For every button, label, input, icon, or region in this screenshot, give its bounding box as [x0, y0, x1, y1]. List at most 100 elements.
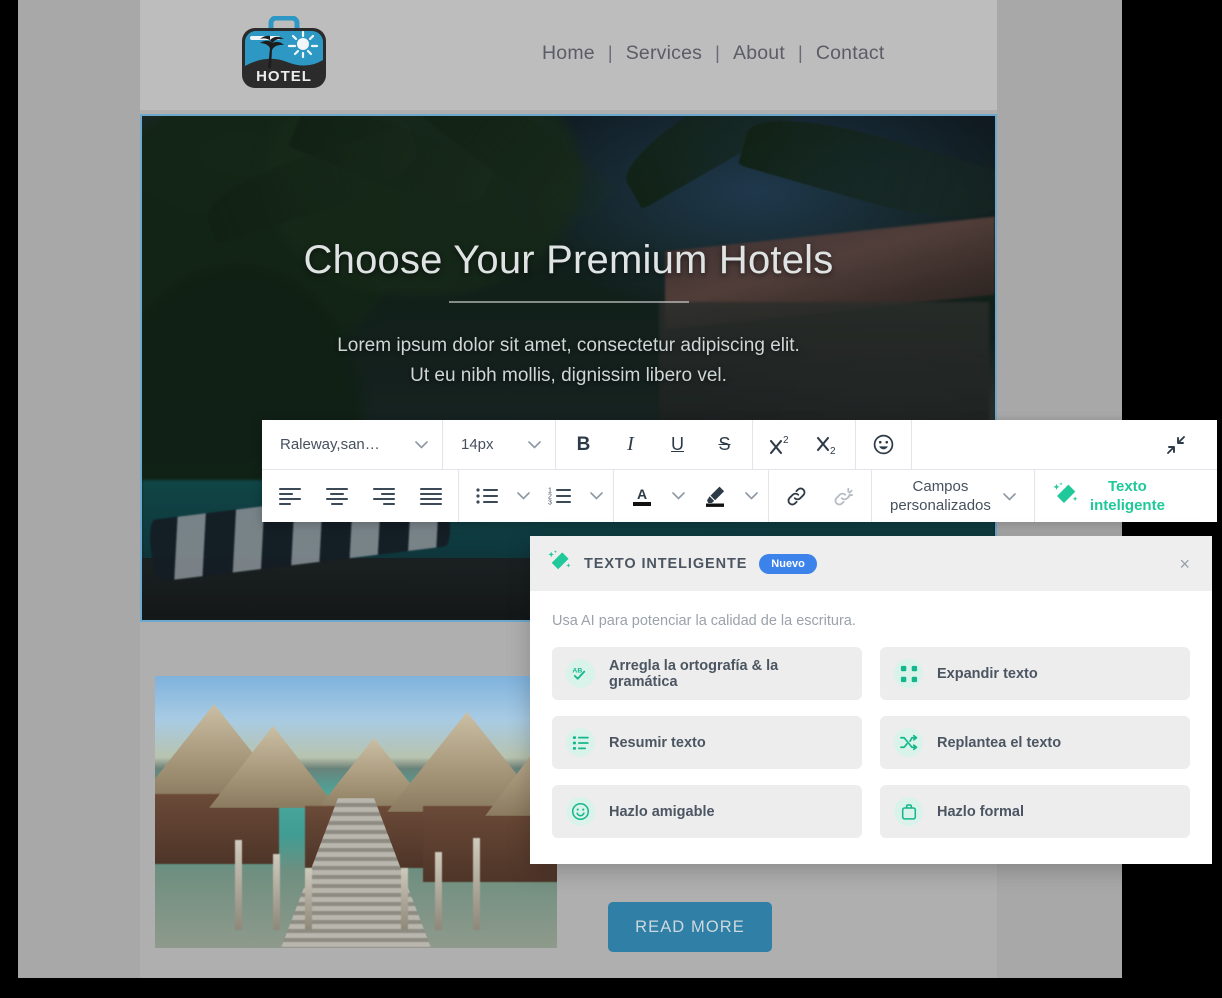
numbered-list-dropdown[interactable]	[583, 476, 609, 516]
toolbar-row-1: Raleway,san… 14px B I U S 2 2	[262, 420, 1217, 469]
option-make-formal[interactable]: Hazlo formal	[880, 785, 1190, 838]
emoji-button[interactable]	[860, 425, 907, 465]
site-header: HOTEL Home | Services | About | Contact	[140, 0, 997, 110]
magic-wand-icon	[548, 549, 572, 578]
option-label: Replantea el texto	[937, 734, 1062, 751]
svg-text:AB: AB	[572, 668, 582, 675]
collapse-toolbar-button[interactable]	[1152, 425, 1199, 465]
subscript-button[interactable]: 2	[804, 425, 851, 465]
text-color-dropdown[interactable]	[665, 476, 691, 516]
option-rephrase-text[interactable]: Replantea el texto	[880, 716, 1190, 769]
option-summarize-text[interactable]: Resumir texto	[552, 716, 862, 769]
align-center-button[interactable]	[313, 476, 360, 516]
option-expand-text[interactable]: Expandir texto	[880, 647, 1190, 700]
font-size-select[interactable]: 14px	[447, 427, 551, 463]
site-nav: Home | Services | About | Contact	[530, 42, 896, 65]
text-color-button[interactable]: A	[618, 476, 665, 516]
read-more-button[interactable]: READ MORE	[608, 902, 772, 952]
smiley-icon	[566, 797, 595, 826]
font-size-value: 14px	[461, 436, 494, 453]
hotel-logo[interactable]: HOTEL	[237, 15, 331, 92]
option-label: Arregla la ortografía & la gramática	[609, 657, 779, 690]
nav-separator: |	[607, 43, 613, 63]
nav-item-about[interactable]: About	[721, 42, 797, 65]
option-make-friendly[interactable]: Hazlo amigable	[552, 785, 862, 838]
bullet-list-button[interactable]	[463, 476, 510, 516]
svg-text:A: A	[636, 486, 646, 502]
bold-button[interactable]: B	[560, 425, 607, 465]
option-label: Resumir texto	[609, 734, 706, 751]
align-justify-button[interactable]	[407, 476, 454, 516]
font-family-select[interactable]: Raleway,san…	[266, 427, 438, 463]
numbered-list-button[interactable]: 123	[536, 476, 583, 516]
strikethrough-label: S	[718, 434, 731, 454]
editor-toolbar: Raleway,san… 14px B I U S 2 2 1 2 3 A Ca…	[262, 420, 1217, 522]
toolbar-right-group	[912, 420, 1217, 469]
smart-text-panel: TEXTO INTELIGENTE Nuevo × Usa AI para po…	[530, 536, 1212, 864]
nav-item-home[interactable]: Home	[530, 42, 607, 65]
highlight-color-dropdown[interactable]	[738, 476, 764, 516]
option-fix-spelling-grammar[interactable]: AB Arregla la ortografía & la gramática	[552, 647, 862, 700]
unlink-button[interactable]	[820, 476, 867, 516]
custom-fields-dropdown[interactable]: Campos personalizados	[876, 470, 1030, 522]
summary-list-icon	[566, 728, 595, 757]
expand-icon	[894, 659, 923, 688]
alignment-group	[262, 470, 459, 522]
nav-separator: |	[715, 43, 720, 63]
align-right-button[interactable]	[360, 476, 407, 516]
custom-fields-label: Campos personalizados	[890, 477, 991, 515]
custom-fields-line2: personalizados	[890, 497, 991, 514]
italic-button[interactable]: I	[607, 425, 654, 465]
script-group: 2 2	[753, 420, 856, 469]
hero-content: Choose Your Premium Hotels Lorem ipsum d…	[142, 238, 995, 391]
highlight-color-button[interactable]	[691, 476, 738, 516]
custom-fields-group: Campos personalizados	[872, 470, 1035, 522]
smart-text-line2: inteligente	[1089, 497, 1165, 514]
close-icon[interactable]: ×	[1173, 551, 1196, 577]
underline-label: U	[671, 434, 684, 454]
bungalow-image[interactable]	[155, 676, 557, 948]
option-label: Hazlo amigable	[609, 803, 715, 820]
hero-divider	[448, 301, 689, 303]
emoji-group	[856, 420, 912, 469]
font-family-value: Raleway,san…	[280, 436, 380, 453]
smart-text-label: Texto inteligente	[1090, 477, 1165, 515]
smart-text-options: AB Arregla la ortografía & la gramática …	[552, 647, 1190, 838]
svg-text:HOTEL: HOTEL	[256, 68, 312, 85]
chevron-down-icon	[415, 436, 428, 453]
smart-text-group: Texto inteligente	[1035, 470, 1185, 522]
superscript-button[interactable]: 2	[757, 425, 804, 465]
smart-text-panel-header: TEXTO INTELIGENTE Nuevo ×	[530, 536, 1212, 591]
smart-text-panel-body: Usa AI para potenciar la calidad de la e…	[530, 591, 1212, 864]
text-style-group: B I U S	[556, 420, 753, 469]
smart-text-button[interactable]: Texto inteligente	[1039, 470, 1181, 522]
toolbar-row-2: 123 A Campos personalizados Texto inteli…	[262, 469, 1217, 522]
font-family-group: Raleway,san…	[262, 420, 443, 469]
svg-text:2: 2	[830, 446, 836, 456]
strikethrough-button[interactable]: S	[701, 425, 748, 465]
custom-fields-line1: Campos	[912, 478, 969, 495]
align-left-button[interactable]	[266, 476, 313, 516]
spellcheck-icon: AB	[566, 659, 595, 688]
bullet-list-dropdown[interactable]	[510, 476, 536, 516]
shuffle-icon	[894, 728, 923, 757]
bungalow-photo	[155, 676, 557, 948]
hero-subtitle-line1: Lorem ipsum dolor sit amet, consectetur …	[337, 335, 800, 356]
underline-button[interactable]: U	[654, 425, 701, 465]
panel-title: TEXTO INTELIGENTE	[584, 555, 748, 572]
bold-label: B	[576, 433, 591, 455]
chevron-down-icon	[528, 436, 541, 453]
magic-wand-icon	[1053, 481, 1079, 512]
nav-item-contact[interactable]: Contact	[804, 42, 897, 65]
smart-text-line1: Texto	[1107, 478, 1147, 495]
option-label: Hazlo formal	[937, 803, 1025, 820]
link-group	[769, 470, 872, 522]
list-group: 123	[459, 470, 614, 522]
option-label: Expandir texto	[937, 665, 1038, 682]
link-button[interactable]	[773, 476, 820, 516]
nav-item-services[interactable]: Services	[614, 42, 714, 65]
color-group: A	[614, 470, 769, 522]
hero-title: Choose Your Premium Hotels	[303, 238, 834, 282]
svg-text:3: 3	[548, 500, 552, 506]
hero-subtitle: Lorem ipsum dolor sit amet, consectetur …	[142, 331, 995, 391]
